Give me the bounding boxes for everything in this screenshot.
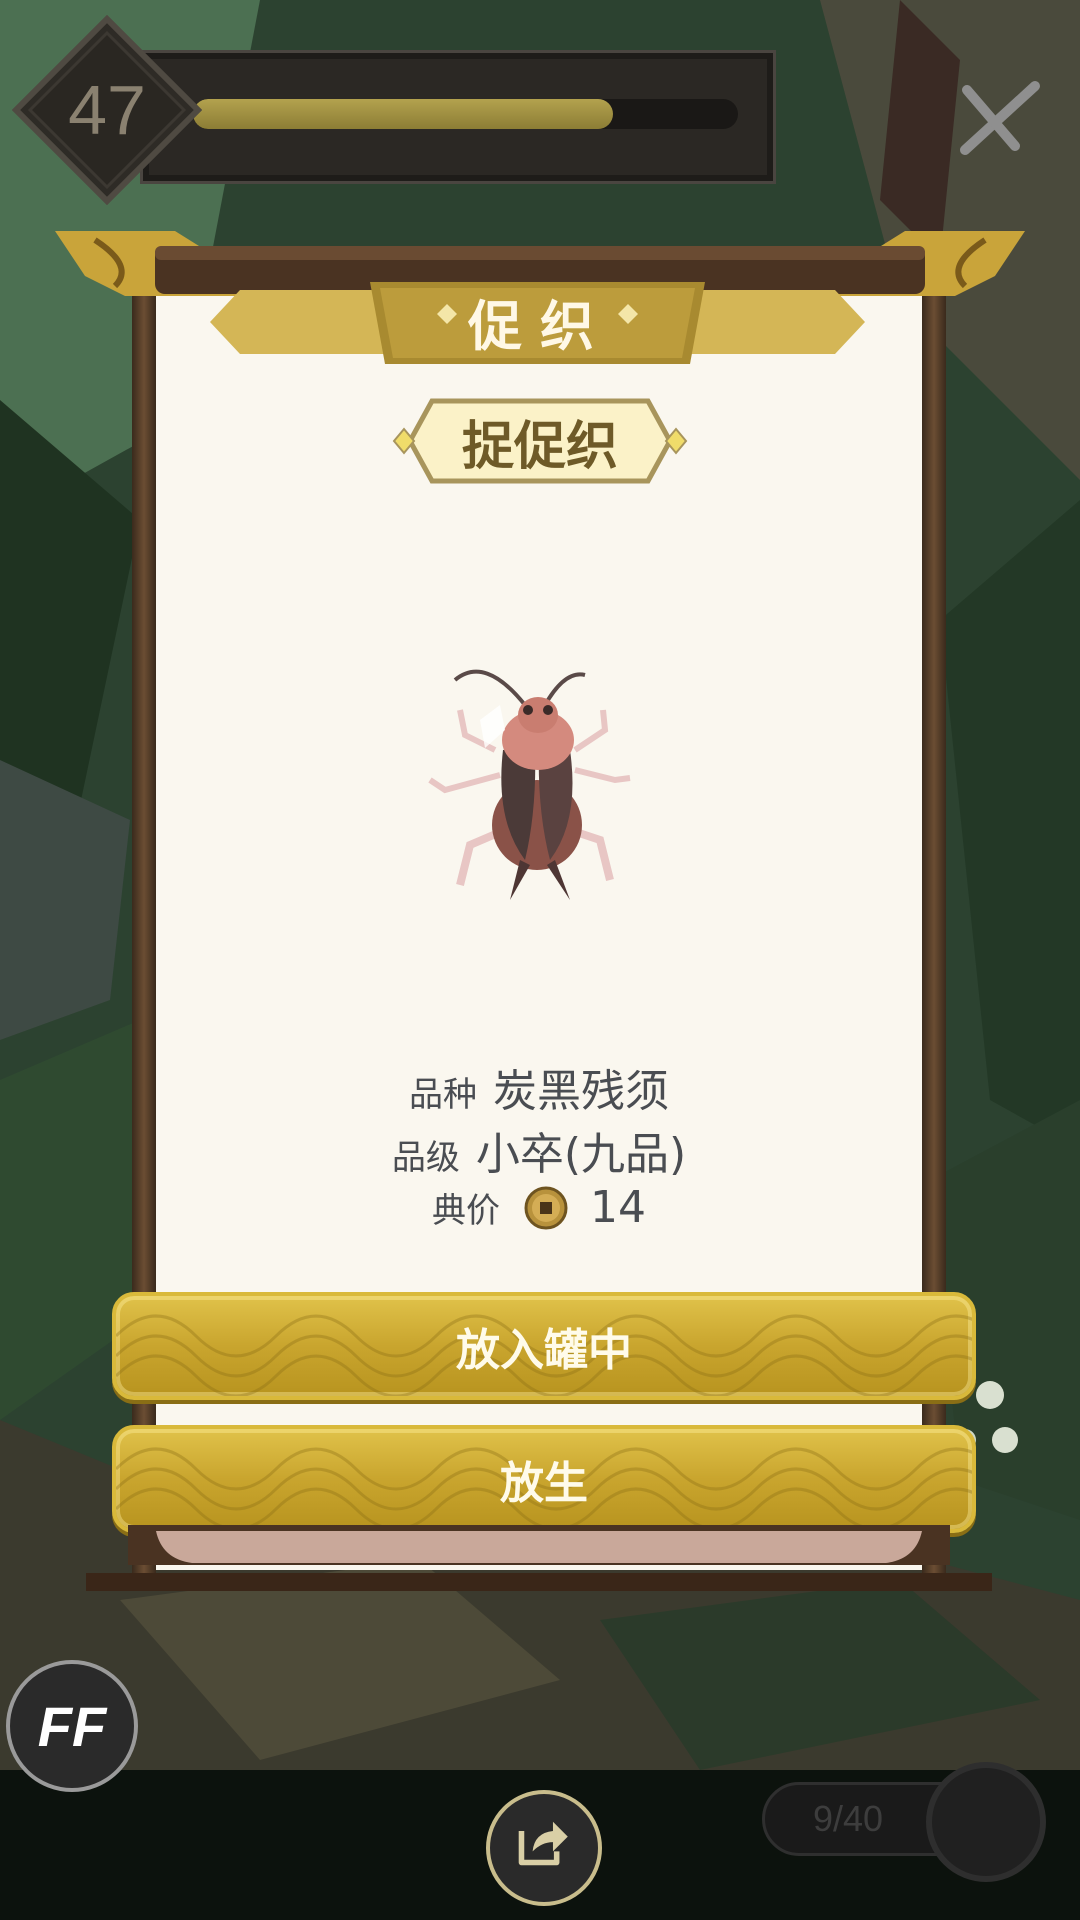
close-icon[interactable] bbox=[955, 78, 1045, 158]
species-label: 品种 bbox=[409, 1075, 477, 1115]
grade-row: 品级 小卒(九品) bbox=[156, 1118, 922, 1182]
xp-progress-track bbox=[193, 99, 738, 129]
species-row: 品种 炭黑残须 bbox=[156, 1055, 922, 1119]
share-icon bbox=[518, 1821, 568, 1866]
jar-button[interactable] bbox=[926, 1762, 1046, 1882]
share-button[interactable] bbox=[486, 1790, 602, 1906]
cricket-icon bbox=[428, 669, 631, 900]
xp-progress-fill bbox=[193, 99, 613, 129]
dialog-title: 促织 bbox=[468, 294, 612, 358]
release-button[interactable]: 放生 bbox=[112, 1425, 976, 1533]
price-label: 典价 bbox=[432, 1191, 500, 1231]
price-value: 14 bbox=[590, 1182, 646, 1233]
grade-value: 小卒(九品) bbox=[475, 1129, 687, 1180]
xp-bar bbox=[140, 50, 776, 184]
player-level: 47 bbox=[68, 71, 146, 149]
store-in-jar-label: 放入罐中 bbox=[456, 1325, 632, 1376]
scroll-bottom-roller bbox=[86, 1525, 992, 1591]
dialog-subtitle: 捉促织 bbox=[461, 416, 618, 477]
store-in-jar-button[interactable]: 放入罐中 bbox=[112, 1292, 976, 1400]
game-screen: 47 促织 捉促织 品种 炭黑残须 品级 小卒(九品) 典价 14 放入罐中 放… bbox=[0, 0, 1080, 1920]
grade-label: 品级 bbox=[391, 1138, 460, 1178]
fast-forward-button[interactable]: FF bbox=[6, 1660, 138, 1792]
coin-icon bbox=[524, 1186, 568, 1229]
species-value: 炭黑残须 bbox=[493, 1066, 669, 1117]
release-label: 放生 bbox=[500, 1458, 588, 1509]
price-row: 典价 14 bbox=[156, 1182, 922, 1233]
